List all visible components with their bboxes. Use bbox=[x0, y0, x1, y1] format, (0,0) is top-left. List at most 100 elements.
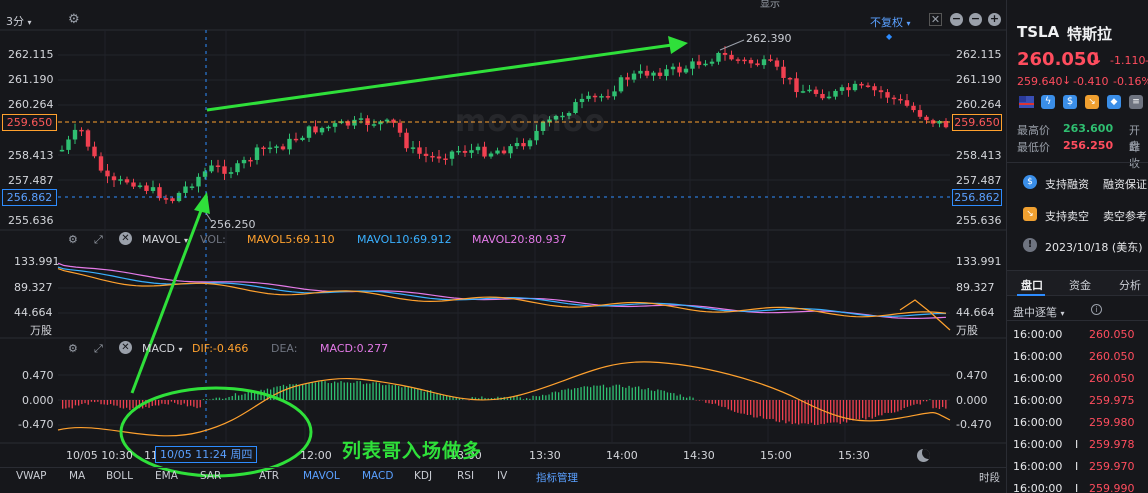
gear-icon[interactable]: ⚙ bbox=[68, 342, 78, 355]
candle-body bbox=[761, 59, 767, 66]
adjust-select[interactable]: 不复权 ▾ bbox=[870, 14, 911, 30]
watermark-logo: moomoo bbox=[455, 104, 606, 139]
candle-body bbox=[644, 70, 650, 76]
minus-icon[interactable]: − bbox=[969, 13, 982, 26]
macd-bar bbox=[222, 398, 224, 400]
tab-ma[interactable]: MA bbox=[69, 470, 85, 482]
short-icon[interactable]: ↘ bbox=[1085, 95, 1099, 109]
candle-body bbox=[423, 153, 429, 156]
mavol10-line bbox=[57, 266, 946, 317]
period-select[interactable]: 3分 ▾ bbox=[6, 13, 32, 29]
macd-bar bbox=[743, 400, 745, 414]
candle-body bbox=[631, 73, 637, 80]
candle-body bbox=[924, 116, 929, 121]
candle-body bbox=[586, 95, 591, 99]
low-marker-label: 256.250 bbox=[210, 218, 256, 231]
macd-value[interactable]: MACD:0.277 bbox=[320, 342, 388, 355]
gear-icon[interactable]: ⚙ bbox=[68, 233, 78, 246]
expand-icon[interactable]: ⤢ bbox=[94, 342, 103, 356]
candle-body bbox=[274, 146, 279, 148]
tab-vwap[interactable]: VWAP bbox=[16, 470, 47, 482]
tab-analysis[interactable]: 分析 bbox=[1119, 277, 1141, 293]
tab-atr[interactable]: ATR bbox=[259, 470, 279, 482]
macd-bar bbox=[788, 400, 790, 422]
macd-bar bbox=[682, 396, 685, 400]
macd-bar bbox=[330, 383, 333, 400]
candle-body bbox=[755, 63, 760, 66]
mavol10-value[interactable]: MAVOL10:69.912 bbox=[357, 233, 452, 246]
moon-icon[interactable] bbox=[917, 449, 930, 462]
trades-header-select[interactable]: 盘中逐笔 ▾ bbox=[1013, 304, 1065, 320]
tab-mavol[interactable]: MAVOL bbox=[303, 470, 340, 482]
candle-body bbox=[904, 100, 910, 106]
macd-bar bbox=[375, 382, 377, 400]
tab-iv[interactable]: IV bbox=[497, 470, 507, 482]
macd-bar bbox=[186, 400, 189, 407]
margin-deposit[interactable]: 融资保证 bbox=[1103, 176, 1147, 192]
short-support[interactable]: 支持卖空 bbox=[1045, 208, 1089, 224]
macd-bar bbox=[894, 400, 896, 413]
macd-bar bbox=[170, 400, 173, 402]
margin-support[interactable]: 支持融资 bbox=[1045, 176, 1089, 192]
price-tick-right: 257.487 bbox=[956, 174, 1002, 187]
close-icon[interactable]: ✕ bbox=[119, 341, 132, 354]
trade-row: 16:00:00 260.050 bbox=[1013, 328, 1135, 341]
tab-capital[interactable]: 资金 bbox=[1069, 277, 1091, 293]
expand-icon[interactable]: ⤢ bbox=[94, 233, 103, 247]
minus-icon[interactable]: − bbox=[950, 13, 963, 26]
candle-body bbox=[306, 126, 312, 138]
candle-body bbox=[911, 105, 916, 111]
gear-icon[interactable]: ⚙ bbox=[68, 12, 80, 27]
macd-bar bbox=[340, 381, 342, 400]
macd-bar bbox=[570, 389, 573, 400]
plus-icon[interactable]: + bbox=[988, 13, 1001, 26]
tab-kdj[interactable]: KDJ bbox=[414, 470, 432, 482]
short-reference[interactable]: 卖空参考 bbox=[1103, 208, 1147, 224]
macd-bar bbox=[334, 381, 336, 400]
mavol20-value[interactable]: MAVOL20:80.937 bbox=[472, 233, 567, 246]
info-icon[interactable]: i bbox=[1091, 304, 1102, 315]
candle-body bbox=[358, 118, 364, 120]
chevron-down-icon: ▾ bbox=[906, 19, 911, 28]
tab-sar[interactable]: SAR bbox=[200, 470, 221, 482]
macd-bar bbox=[462, 399, 464, 400]
close-icon[interactable]: ✕ bbox=[929, 13, 942, 26]
time-tick: 15:30 bbox=[838, 449, 870, 462]
dif-value[interactable]: DIF:-0.466 bbox=[192, 342, 248, 355]
tag-icon[interactable]: ◆ bbox=[1107, 95, 1121, 109]
macd-bar bbox=[289, 384, 291, 400]
tab-rsi[interactable]: RSI bbox=[457, 470, 474, 482]
close-icon[interactable]: ✕ bbox=[119, 232, 132, 245]
macd-bar bbox=[740, 400, 742, 414]
macd-bar bbox=[62, 400, 64, 409]
period-label: 3分 bbox=[6, 15, 24, 28]
lightning-icon[interactable]: ϟ bbox=[1041, 95, 1055, 109]
dollar-icon[interactable]: $ bbox=[1063, 95, 1077, 109]
candle-body bbox=[410, 147, 416, 149]
macd-indicator-select[interactable]: MACD ▾ bbox=[142, 342, 183, 355]
mavol5-value[interactable]: MAVOL5:69.110 bbox=[247, 233, 335, 246]
macd-bar bbox=[90, 400, 93, 402]
session-button[interactable]: 时段 bbox=[979, 470, 1000, 485]
macd-bar bbox=[382, 385, 384, 400]
tab-indicator-manage[interactable]: 指标管理 bbox=[536, 470, 578, 485]
tab-ema[interactable]: EMA bbox=[155, 470, 178, 482]
volume-indicator-select[interactable]: MAVOL ▾ bbox=[142, 233, 188, 246]
trend-arrow-head bbox=[668, 36, 688, 54]
list-icon[interactable]: ≡ bbox=[1129, 95, 1143, 109]
time-tick: 10/05 10:30 bbox=[66, 449, 133, 462]
tab-macd[interactable]: MACD bbox=[362, 470, 393, 482]
macd-tick: 0.470 bbox=[22, 369, 54, 382]
macd-bar bbox=[657, 389, 659, 400]
candle-body bbox=[690, 61, 695, 69]
macd-bar bbox=[350, 382, 352, 400]
tab-order-book[interactable]: 盘口 bbox=[1021, 277, 1043, 293]
macd-bar bbox=[670, 392, 672, 400]
tab-boll[interactable]: BOLL bbox=[106, 470, 133, 482]
macd-bar bbox=[631, 387, 633, 400]
display-menu-label[interactable]: 显示 bbox=[760, 0, 780, 10]
macd-bar bbox=[708, 400, 710, 404]
macd-bar bbox=[324, 381, 326, 400]
candle-body bbox=[800, 91, 806, 93]
macd-bar bbox=[129, 400, 131, 410]
